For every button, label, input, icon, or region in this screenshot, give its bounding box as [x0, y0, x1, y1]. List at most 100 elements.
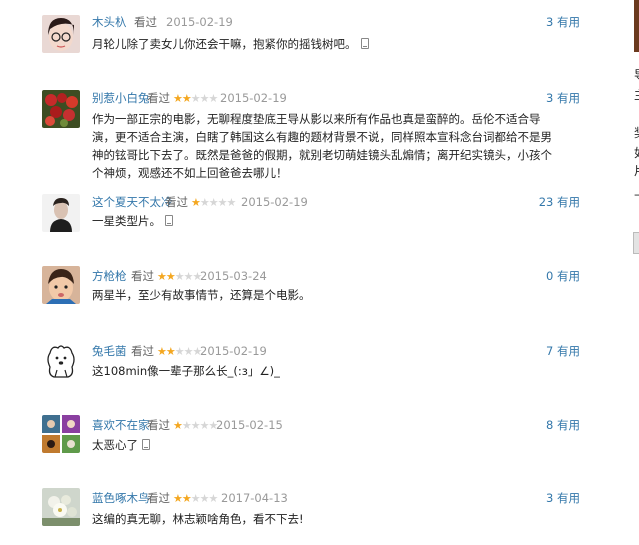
- avatar[interactable]: [42, 341, 80, 379]
- rating-stars: ★★★★★: [173, 490, 219, 507]
- star-empty-icon: ★: [174, 345, 185, 358]
- comment-text: 月轮儿除了卖女儿你还会干嘛，抱紧你的摇钱树吧。: [92, 35, 562, 53]
- comment-date: 2015-02-19: [200, 344, 267, 358]
- star-empty-icon: ★: [208, 492, 219, 505]
- star-empty-icon: ★: [199, 419, 210, 432]
- useful-count: 3: [546, 491, 554, 505]
- useful-count: 0: [546, 269, 554, 283]
- avatar[interactable]: [42, 488, 80, 526]
- comment-body: 作为一部正宗的电影，无聊程度垫底王导从影以来所有作品也真是蛮醉的。岳伦不适合导演…: [92, 112, 552, 180]
- comment-date: 2015-02-15: [216, 418, 283, 432]
- mobile-phone-icon: [165, 215, 173, 226]
- star-filled-icon: ★: [173, 419, 183, 432]
- avatar[interactable]: [42, 90, 80, 128]
- sidebar-clipped: 导 主 奖 如 片 上: [630, 0, 639, 545]
- watched-label: 看过: [147, 418, 170, 432]
- sidebar-button[interactable]: [633, 232, 639, 254]
- useful-label: 有用: [557, 15, 580, 29]
- watched-label: 看过: [147, 91, 170, 105]
- comment-text: 一星类型片。: [92, 212, 562, 230]
- comment-text: 太恶心了: [92, 436, 562, 454]
- star-empty-icon: ★: [199, 196, 210, 209]
- star-empty-icon: ★: [174, 270, 185, 283]
- mobile-phone-icon: [142, 439, 150, 450]
- comment-body: 一星类型片。: [92, 214, 161, 228]
- star-empty-icon: ★: [208, 92, 219, 105]
- star-filled-icon: ★: [181, 92, 192, 105]
- comment-text: 这编的真无聊，林志颖啥角色，看不下去!: [92, 510, 562, 528]
- comment-date: 2015-03-24: [200, 269, 267, 283]
- sidebar-fragment: 上: [634, 182, 639, 199]
- rating-stars: ★★★★★: [157, 268, 202, 285]
- avatar[interactable]: [42, 266, 80, 304]
- useful-vote[interactable]: 7 有用: [546, 343, 580, 359]
- comment-text: 这108min像一辈子那么长_(:з」∠)_: [92, 362, 562, 380]
- star-empty-icon: ★: [208, 196, 219, 209]
- useful-count: 7: [546, 344, 554, 358]
- avatar[interactable]: [42, 194, 80, 232]
- comment-body: 两星半，至少有故事情节，还算是个电影。: [92, 288, 311, 302]
- star-empty-icon: ★: [226, 196, 237, 209]
- comment-username[interactable]: 兔毛菌: [92, 343, 127, 359]
- useful-label: 有用: [557, 491, 580, 505]
- useful-vote[interactable]: 23 有用: [539, 194, 580, 210]
- useful-vote[interactable]: 3 有用: [546, 90, 580, 106]
- rating-stars: ★★★★★: [173, 90, 219, 107]
- useful-count: 23: [538, 195, 554, 209]
- watched-label: 看过: [131, 269, 154, 283]
- useful-label: 有用: [557, 91, 580, 105]
- star-filled-icon: ★: [173, 92, 183, 105]
- star-filled-icon: ★: [157, 270, 167, 283]
- comment-username[interactable]: 别惹小白兔: [92, 90, 150, 106]
- star-empty-icon: ★: [183, 345, 194, 358]
- comment-body: 这编的真无聊，林志颖啥角色，看不下去!: [92, 512, 304, 526]
- useful-vote[interactable]: 0 有用: [546, 268, 580, 284]
- useful-label: 有用: [557, 344, 580, 358]
- useful-label: 有用: [557, 418, 580, 432]
- star-filled-icon: ★: [157, 345, 167, 358]
- star-filled-icon: ★: [165, 270, 176, 283]
- comment-username[interactable]: 方枪枪: [92, 268, 127, 284]
- comment-date: 2017-04-13: [221, 491, 288, 505]
- useful-count: 3: [546, 15, 554, 29]
- star-empty-icon: ★: [183, 270, 194, 283]
- comment-date: 2015-02-19: [220, 91, 287, 105]
- comment-date: 2015-02-19: [241, 195, 308, 209]
- star-empty-icon: ★: [190, 492, 201, 505]
- comment-body: 这108min像一辈子那么长_(:з」∠)_: [92, 364, 280, 378]
- comment-username[interactable]: 木头杁: [92, 14, 127, 30]
- comment-username[interactable]: 喜欢不在家: [92, 417, 150, 433]
- sidebar-fragment: 奖: [634, 124, 639, 141]
- useful-vote[interactable]: 3 有用: [546, 490, 580, 506]
- star-filled-icon: ★: [181, 492, 192, 505]
- sidebar-fragment: 如: [634, 144, 639, 161]
- sidebar-fragment: 导: [634, 66, 639, 83]
- useful-count: 3: [546, 91, 554, 105]
- rating-stars: ★★★★★: [157, 343, 202, 360]
- comment-list: 木头杁 看过 2015-02-19 3 有用 月轮儿除了卖女儿你还会干嘛，抱紧你…: [0, 0, 600, 545]
- comment-text: 两星半，至少有故事情节，还算是个电影。: [92, 286, 562, 304]
- useful-count: 8: [546, 418, 554, 432]
- sidebar-fragment: 主: [634, 86, 639, 103]
- star-empty-icon: ★: [199, 492, 210, 505]
- mobile-phone-icon: [360, 38, 369, 49]
- star-empty-icon: ★: [199, 92, 210, 105]
- comment-body: 太恶心了: [92, 438, 138, 452]
- star-empty-icon: ★: [190, 419, 201, 432]
- comment-username[interactable]: 蓝色啄木鸟: [92, 490, 150, 506]
- star-empty-icon: ★: [190, 92, 201, 105]
- useful-label: 有用: [557, 269, 580, 283]
- useful-label: 有用: [557, 195, 580, 209]
- comment-username[interactable]: 这个夏天不太冷: [92, 194, 173, 210]
- star-filled-icon: ★: [191, 196, 201, 209]
- avatar[interactable]: [42, 15, 80, 53]
- watched-label: 看过: [165, 195, 188, 209]
- avatar[interactable]: [42, 415, 80, 453]
- useful-vote[interactable]: 8 有用: [546, 417, 580, 433]
- useful-vote[interactable]: 3 有用: [546, 14, 580, 30]
- watched-label: 看过: [134, 15, 157, 29]
- star-filled-icon: ★: [173, 492, 183, 505]
- sidebar-fragment: 片: [634, 162, 639, 179]
- rating-stars: ★★★★★: [173, 417, 218, 434]
- comment-body: 月轮儿除了卖女儿你还会干嘛，抱紧你的摇钱树吧。: [92, 37, 357, 51]
